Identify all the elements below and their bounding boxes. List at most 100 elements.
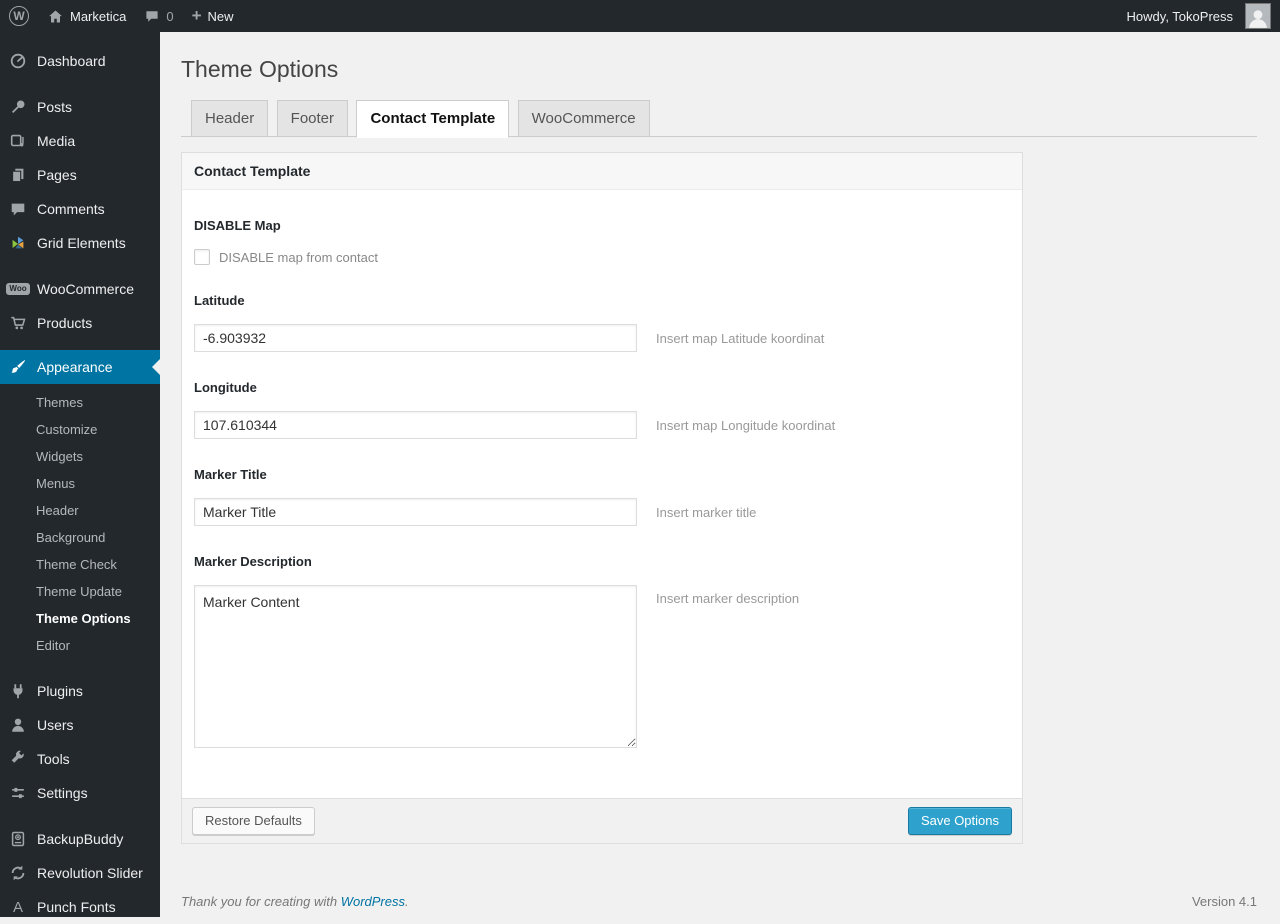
submenu-item-customize[interactable]: Customize xyxy=(0,417,160,444)
tab-bar: Header Footer Contact Template WooCommer… xyxy=(181,100,1257,138)
admin-sidebar: Dashboard Posts Media Pages Comments Gri… xyxy=(0,32,160,917)
cart-icon xyxy=(8,313,28,333)
menu-separator xyxy=(0,810,160,822)
submenu-item-widgets[interactable]: Widgets xyxy=(0,444,160,471)
submenu-item-menus[interactable]: Menus xyxy=(0,471,160,498)
wrench-icon xyxy=(8,749,28,769)
longitude-help-text: Insert map Longitude koordinat xyxy=(656,417,836,433)
longitude-field: Insert map Longitude koordinat xyxy=(194,411,1010,439)
tab-header[interactable]: Header xyxy=(191,100,269,136)
pin-icon xyxy=(8,97,28,117)
panel-title[interactable]: Contact Template xyxy=(182,153,1022,190)
submenu-item-background[interactable]: Background xyxy=(0,525,160,552)
page-title: Theme Options xyxy=(181,56,339,82)
sidebar-label: Pages xyxy=(37,167,77,183)
site-name-label: Marketica xyxy=(70,8,127,24)
wp-logo-menu[interactable]: W xyxy=(0,0,38,32)
sidebar-item-punch-fonts[interactable]: A Punch Fonts xyxy=(0,890,160,924)
plus-icon: + xyxy=(191,5,202,25)
footer-version: Version 4.1 xyxy=(1191,894,1257,909)
footer-thanks-text: Thank you for creating with WordPress. xyxy=(181,894,409,909)
marker-title-field: Insert marker title xyxy=(194,498,1010,526)
marker-description-field: Marker Content Insert marker description xyxy=(194,585,1010,748)
sidebar-label: Media xyxy=(37,133,76,149)
sidebar-item-settings[interactable]: Settings xyxy=(0,776,160,810)
letter-a-icon: A xyxy=(12,898,23,916)
submenu-item-theme-options[interactable]: Theme Options xyxy=(0,606,160,633)
longitude-input[interactable] xyxy=(194,411,637,439)
comment-bubble-icon xyxy=(144,8,160,24)
main-content: Theme Options Header Footer Contact Temp… xyxy=(160,32,1280,917)
panel-body: DISABLE Map DISABLE map from contact Lat… xyxy=(182,190,1022,798)
sidebar-item-dashboard[interactable]: Dashboard xyxy=(0,44,160,78)
sidebar-label: Users xyxy=(37,717,74,733)
submenu-item-header[interactable]: Header xyxy=(0,498,160,525)
sidebar-item-grid-elements[interactable]: Grid Elements xyxy=(0,226,160,260)
site-name-menu[interactable]: Marketica xyxy=(38,0,135,32)
sidebar-label: Revolution Slider xyxy=(37,865,143,881)
disable-map-checkbox-label: DISABLE map from contact xyxy=(219,249,378,265)
sidebar-label: Dashboard xyxy=(37,53,106,69)
settings-icon xyxy=(8,783,28,803)
new-content-menu[interactable]: + New xyxy=(183,0,243,32)
admin-bar: W Marketica 0 + New Howdy, TokoPress xyxy=(0,0,1280,32)
sidebar-label: Posts xyxy=(37,99,73,115)
new-label: New xyxy=(207,8,234,24)
submenu-item-themes[interactable]: Themes xyxy=(0,390,160,417)
marker-title-label: Marker Title xyxy=(194,467,267,482)
latitude-field: Insert map Latitude koordinat xyxy=(194,324,1010,352)
tab-footer[interactable]: Footer xyxy=(276,100,349,136)
submenu-item-editor[interactable]: Editor xyxy=(0,633,160,660)
menu-separator xyxy=(0,260,160,272)
marker-title-input[interactable] xyxy=(194,498,637,526)
comments-menu[interactable]: 0 xyxy=(135,0,182,32)
howdy-label: Howdy, TokoPress xyxy=(1126,8,1233,24)
sidebar-label: Settings xyxy=(37,785,88,801)
pages-icon xyxy=(8,165,28,185)
marker-title-help-text: Insert marker title xyxy=(656,504,757,520)
disable-map-checkbox[interactable] xyxy=(194,249,210,265)
sidebar-label: Products xyxy=(37,315,93,331)
menu-separator xyxy=(0,78,160,90)
grid-elements-icon xyxy=(8,233,28,253)
submenu-item-theme-check[interactable]: Theme Check xyxy=(0,552,160,579)
sidebar-item-revolution-slider[interactable]: Revolution Slider xyxy=(0,856,160,890)
tab-woocommerce[interactable]: WooCommerce xyxy=(517,100,650,136)
sidebar-label: Comments xyxy=(37,201,105,217)
latitude-input[interactable] xyxy=(194,324,637,352)
comment-count: 0 xyxy=(166,8,174,24)
tab-contact-template[interactable]: Contact Template xyxy=(356,100,510,138)
sidebar-item-pages[interactable]: Pages xyxy=(0,158,160,192)
sidebar-label: WooCommerce xyxy=(37,281,134,297)
sidebar-item-media[interactable]: Media xyxy=(0,124,160,158)
disable-map-field: DISABLE map from contact xyxy=(194,249,1010,265)
restore-defaults-button[interactable]: Restore Defaults xyxy=(192,807,315,835)
wordpress-logo-icon: W xyxy=(9,6,29,26)
submenu-item-theme-update[interactable]: Theme Update xyxy=(0,579,160,606)
longitude-label: Longitude xyxy=(194,380,257,395)
sidebar-label: BackupBuddy xyxy=(37,831,124,847)
contact-template-panel: Contact Template DISABLE Map DISABLE map… xyxy=(181,152,1023,799)
sidebar-item-woocommerce[interactable]: Woo WooCommerce xyxy=(0,272,160,306)
refresh-icon xyxy=(8,863,28,883)
brush-icon xyxy=(8,357,28,377)
wordpress-link[interactable]: WordPress xyxy=(341,894,405,909)
menu-separator xyxy=(0,340,160,350)
sidebar-item-appearance[interactable]: Appearance xyxy=(0,350,160,384)
user-icon xyxy=(8,715,28,735)
media-icon xyxy=(8,131,28,151)
sidebar-label: Plugins xyxy=(37,683,83,699)
appearance-submenu: Themes Customize Widgets Menus Header Ba… xyxy=(0,384,160,668)
sidebar-item-products[interactable]: Products xyxy=(0,306,160,340)
sidebar-item-plugins[interactable]: Plugins xyxy=(0,674,160,708)
sidebar-item-backupbuddy[interactable]: BackupBuddy xyxy=(0,822,160,856)
sidebar-item-comments[interactable]: Comments xyxy=(0,192,160,226)
marker-description-textarea[interactable]: Marker Content xyxy=(194,585,637,748)
sidebar-item-posts[interactable]: Posts xyxy=(0,90,160,124)
sidebar-item-tools[interactable]: Tools xyxy=(0,742,160,776)
account-menu[interactable]: Howdy, TokoPress xyxy=(1118,0,1280,32)
save-options-button[interactable]: Save Options xyxy=(907,807,1012,835)
sidebar-item-users[interactable]: Users xyxy=(0,708,160,742)
woocommerce-icon: Woo xyxy=(6,279,30,299)
page-footer: Thank you for creating with WordPress. V… xyxy=(181,894,1257,909)
